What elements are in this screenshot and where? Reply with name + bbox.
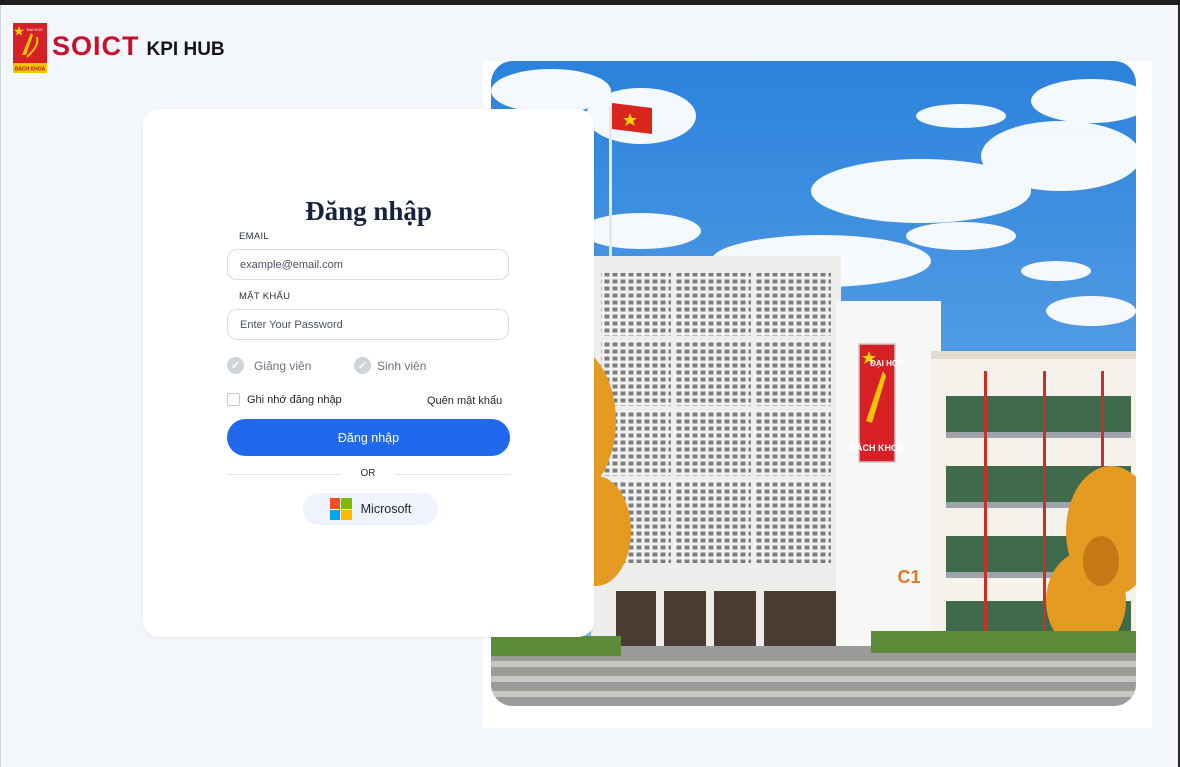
remember-label: Ghi nhớ đăng nhập (247, 393, 342, 406)
brand-suffix: KPI HUB (146, 39, 225, 60)
login-button[interactable]: Đăng nhập (227, 419, 510, 456)
window-top-bar (0, 0, 1180, 5)
building-sign-top: ĐẠI HỌC (870, 359, 904, 368)
microsoft-label: Microsoft (360, 502, 412, 516)
password-label: MẬT KHẨU (239, 291, 291, 302)
checkbox-icon[interactable] (227, 393, 240, 406)
logo-text-top: ĐẠI HỌC (27, 27, 44, 32)
remember-me[interactable]: Ghi nhớ đăng nhập (227, 393, 342, 406)
divider-right (395, 474, 510, 475)
forgot-password-link[interactable]: Quên mật khẩu (427, 395, 502, 407)
login-card: Đăng nhập EMAIL MẬT KHẨU ✓ Giảng viên ✓ … (143, 109, 594, 637)
role-option-student[interactable]: ✓ Sinh viên (354, 357, 426, 374)
building-code: C1 (897, 567, 920, 587)
microsoft-logo-icon (329, 498, 352, 520)
check-circle-icon: ✓ (227, 357, 244, 374)
university-logo: ĐẠI HỌC BÁCH KHOA (13, 23, 47, 73)
role-label-lecturer: Giảng viên (254, 358, 312, 373)
brand: SOICT KPI HUB (52, 31, 225, 62)
role-label-student: Sinh viên (377, 358, 427, 373)
building-sign-bottom: BÁCH KHOA (850, 443, 905, 453)
password-input[interactable] (227, 309, 509, 340)
logo-text-bottom: BÁCH KHOA (15, 66, 46, 73)
brand-name: SOICT (52, 31, 140, 61)
email-input[interactable] (227, 249, 509, 280)
login-title: Đăng nhập (305, 196, 432, 226)
divider-text: OR (360, 468, 376, 479)
window-left-edge (0, 5, 1, 767)
role-option-lecturer[interactable]: ✓ Giảng viên (227, 357, 311, 374)
divider-left (227, 474, 341, 475)
microsoft-login-button[interactable]: Microsoft (303, 493, 438, 525)
check-circle-icon: ✓ (354, 357, 371, 374)
email-label: EMAIL (239, 231, 270, 242)
